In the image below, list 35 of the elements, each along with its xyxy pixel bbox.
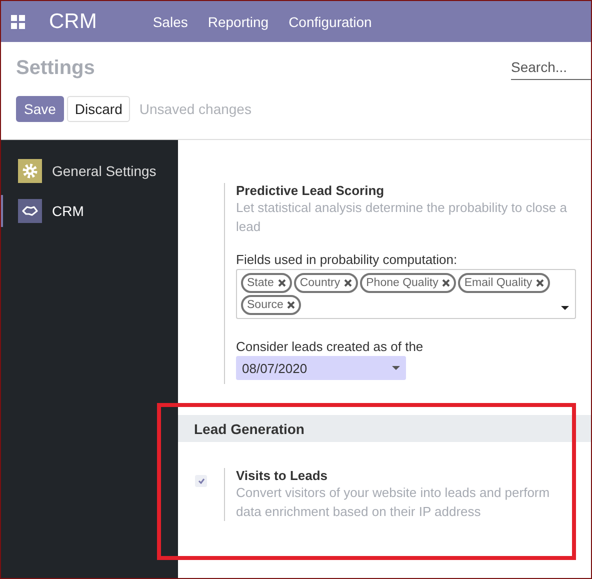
tag[interactable]: Country [294,273,358,293]
caret-icon [392,366,400,370]
menu-item[interactable]: Sales [152,14,188,30]
setting-title: Visits to Leads [236,468,329,483]
menu-item[interactable]: Reporting [208,14,269,30]
app-title: CRM [49,10,97,34]
apps-grid-icon[interactable] [11,14,25,28]
field-label: Fields used in probability computation: [236,252,458,267]
remove-icon[interactable] [287,301,296,309]
gear-icon [18,159,42,183]
date-field[interactable]: 08/07/2020 [236,356,406,380]
sidebar-item[interactable]: CRM [1,195,178,227]
menu-item[interactable]: Configuration [288,14,372,30]
tag[interactable]: Email Quality [458,273,550,293]
remove-icon[interactable] [344,279,352,287]
caret-icon [561,306,569,310]
sidebar-item[interactable]: General Settings [1,155,178,187]
discard-button[interactable]: Discard [66,96,130,122]
checkbox[interactable] [195,475,207,487]
tags-field[interactable]: State Country Phone Quality Email Quality Source [236,269,576,319]
section-title: Lead Generation [194,420,304,436]
save-button[interactable]: Save [16,96,64,122]
tag[interactable]: State [241,273,292,293]
check-icon [198,478,204,484]
remove-icon[interactable] [442,279,450,287]
unsaved-status: Unsaved changes [139,101,252,117]
setting-title: Predictive Lead Scoring [236,183,386,198]
remove-icon[interactable] [278,279,286,287]
field-label: Consider leads created as of the [236,339,424,354]
setting-description: Let statistical analysis determine the probability to close a lead [236,199,568,236]
page-title: Settings [16,56,95,80]
remove-icon[interactable] [536,279,544,287]
tag[interactable]: Source [241,295,302,315]
tag[interactable]: Phone Quality [360,273,456,293]
setting-description: Convert visitors of your website into leads and perform data enrichment based on their IP address [236,484,551,521]
